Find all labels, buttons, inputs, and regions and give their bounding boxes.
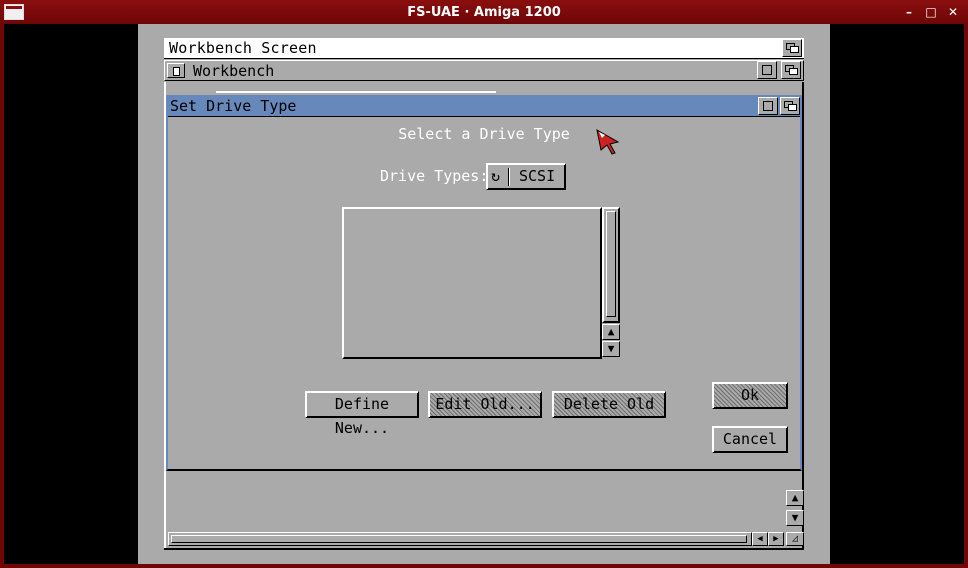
horizontal-scroll-knob[interactable] (171, 535, 747, 543)
ok-button[interactable]: Ok (712, 382, 788, 409)
workbench-bottom-border (164, 548, 804, 550)
delete-old-button: Delete Old (552, 391, 666, 418)
drive-types-label: Drive Types: (380, 167, 489, 185)
host-title-bar[interactable]: FS-UAE · Amiga 1200 – □ ✕ (0, 0, 968, 24)
app-menu-icon[interactable] (4, 4, 24, 20)
drive-types-value: SCSI (519, 167, 556, 185)
wb-right-arrow-icon[interactable]: ▶ (768, 532, 784, 546)
dialog-depth-gadget-icon[interactable] (780, 97, 800, 115)
dialog-title: Set Drive Type (170, 97, 297, 115)
window-depth-gadget-icon[interactable] (781, 61, 801, 79)
cycle-gadget-icon: ↻ (491, 167, 501, 185)
maximize-button[interactable]: □ (922, 3, 940, 21)
list-scroll-knob[interactable] (606, 211, 616, 317)
edit-old-button: Edit Old... (428, 391, 542, 418)
resize-gadget-icon[interactable]: ◿ (786, 532, 804, 546)
workbench-vertical-scroll[interactable]: ▲ ▼ (786, 474, 804, 540)
mouse-pointer-icon (596, 129, 620, 155)
workbench-window-title: Workbench (193, 62, 275, 80)
dialog-heading: Select a Drive Type (398, 125, 570, 143)
set-drive-type-dialog: Set Drive Type Select a Drive Type Drive… (166, 95, 802, 471)
cancel-button[interactable]: Cancel (712, 426, 788, 453)
dialog-title-bar[interactable]: Set Drive Type (168, 97, 800, 117)
list-scrollbar[interactable] (602, 207, 620, 323)
host-window-title: FS-UAE · Amiga 1200 (407, 4, 561, 20)
window-border-left (0, 24, 4, 568)
workbench-window-bar[interactable]: Workbench (164, 60, 804, 81)
window-close-icon[interactable] (167, 63, 185, 78)
drive-types-list[interactable] (342, 207, 602, 359)
wb-down-arrow-icon[interactable]: ▼ (786, 510, 804, 526)
drive-types-cycle[interactable]: ↻ SCSI (486, 163, 566, 190)
window-border-bottom (0, 564, 968, 568)
workbench-screen-bar[interactable]: Workbench Screen (164, 38, 804, 59)
amiga-display: Workbench Screen Workbench Set Drive Typ… (138, 24, 830, 564)
workbench-horizontal-scroll[interactable] (168, 532, 752, 546)
close-button[interactable]: ✕ (944, 3, 962, 21)
minimize-button[interactable]: – (900, 3, 918, 21)
title-underline (216, 91, 496, 93)
window-border-right (964, 24, 968, 568)
workbench-screen-title: Workbench Screen (169, 39, 317, 57)
define-new-button[interactable]: Define New... (305, 391, 419, 437)
dialog-zoom-gadget-icon[interactable] (758, 97, 778, 115)
list-up-arrow-icon[interactable]: ▲ (602, 324, 620, 340)
list-down-arrow-icon[interactable]: ▼ (602, 341, 620, 357)
wb-up-arrow-icon[interactable]: ▲ (786, 490, 804, 506)
wb-left-arrow-icon[interactable]: ◀ (752, 532, 768, 546)
zoom-gadget-icon[interactable] (757, 61, 777, 79)
screen-depth-gadget-icon[interactable] (782, 39, 802, 57)
